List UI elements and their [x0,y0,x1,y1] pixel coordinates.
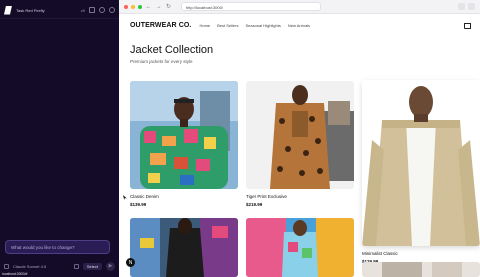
browser-window: ← → ↻ http://localhost:3000/ OUTERWEAR C… [119,0,480,277]
product-price: $219.99 [246,202,263,207]
image-icon[interactable] [73,263,79,269]
product-card[interactable] [362,262,480,277]
browser-toolbar: ← → ↻ http://localhost:3000/ [119,0,480,14]
back-arrow-icon[interactable]: ← [145,4,152,10]
product-image[interactable] [362,262,480,277]
product-image[interactable] [246,81,354,189]
model-selector[interactable]: Claude Sonnet 4.5 [13,264,70,269]
prompt-toolbar: Claude Sonnet 4.5 Select ▶ [4,261,115,271]
send-button[interactable]: ▶ [106,261,115,271]
product-card[interactable] [130,218,238,277]
extension-icon[interactable] [458,3,465,10]
maximize-window-button[interactable] [138,4,142,9]
expand-icon[interactable] [468,3,475,10]
info-icon[interactable] [109,7,115,13]
address-bar[interactable]: http://localhost:3000/ [181,2,321,11]
attach-icon[interactable] [4,263,9,269]
nav-links: Home Best Sellers Seasonal Highlights Ne… [199,23,310,28]
product-name[interactable]: Minimalist Classic [362,251,480,256]
reload-icon[interactable]: ↻ [165,3,172,10]
app-logo-icon [4,5,12,15]
product-card[interactable] [246,218,354,277]
product-card[interactable]: Tiger Print Exclusive $219.99 [246,81,354,207]
select-button[interactable]: Select [82,262,102,270]
prompt-input[interactable]: What would you like to change? [5,240,110,254]
product-image[interactable] [246,218,354,277]
close-window-button[interactable] [124,4,128,9]
assistant-fab-button[interactable]: N [126,258,135,267]
nav-link-best-sellers[interactable]: Best Sellers [217,23,238,28]
editor-header: Task Red Firefly v0 [4,4,115,16]
product-image[interactable] [362,80,480,246]
site-navbar: OUTERWEAR CO. Home Best Sellers Seasonal… [130,20,471,30]
product-card[interactable]: Classic Denim $139.99 [130,81,238,207]
product-image[interactable] [130,218,238,277]
project-title[interactable]: Task Red Firefly [16,8,77,13]
product-card[interactable]: Minimalist Classic $129.99 [362,80,480,264]
minimize-window-button[interactable] [131,4,135,9]
divider [0,18,119,19]
status-url: localhost:3000/# [2,272,28,276]
forward-arrow-icon[interactable]: → [155,4,162,10]
nav-link-new-arrivals[interactable]: New Arrivals [288,23,310,28]
cart-icon[interactable] [463,22,471,29]
nav-link-seasonal-highlights[interactable]: Seasonal Highlights [245,23,280,28]
site-brand[interactable]: OUTERWEAR CO. [130,22,191,29]
history-icon[interactable] [89,7,95,13]
product-name[interactable]: Tiger Print Exclusive [246,194,354,199]
page-subtitle: Premium jackets for every style [130,59,193,64]
page-title: Jacket Collection [130,44,214,56]
product-name[interactable]: Classic Denim [130,194,238,199]
product-image[interactable] [130,81,238,189]
settings-icon[interactable] [99,7,105,13]
version-badge[interactable]: v0 [81,8,85,13]
product-price: $139.99 [130,202,147,207]
editor-panel: Task Red Firefly v0 What would you like … [0,0,119,277]
nav-link-home[interactable]: Home [199,23,210,28]
